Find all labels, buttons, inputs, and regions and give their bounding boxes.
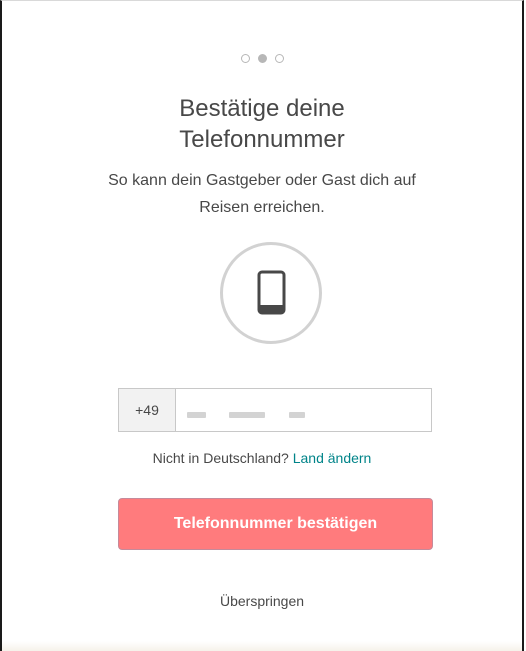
progress-dot-1: [240, 54, 250, 63]
masked-digits: [187, 412, 206, 418]
page-title-line-1: Bestätige deine: [179, 95, 345, 122]
confirm-phone-button-label: Telefonnummer bestätigen: [173, 515, 378, 532]
progress-dots: [2, 54, 522, 63]
progress-dot-3: [274, 54, 284, 63]
subtitle-line-1: So kann dein Gastgeber oder Gast dich au…: [108, 172, 416, 189]
progress-dot-2-active: [257, 54, 267, 63]
masked-digits: [229, 412, 265, 418]
country-prompt: Nicht in Deutschland?: [152, 450, 293, 466]
page-subtitle: So kann dein Gastgeber oder Gast dich au…: [62, 167, 462, 221]
country-code-prefix[interactable]: +49: [119, 389, 176, 431]
change-country-link[interactable]: Land ändern: [293, 450, 372, 466]
masked-digits: [289, 412, 305, 418]
mobile-phone-icon: [220, 242, 322, 344]
page-title: Bestätige deine Telefonnummer: [2, 93, 522, 155]
change-country-row: Nicht in Deutschland? Land ändern: [2, 450, 522, 466]
page-title-line-2: Telefonnummer: [179, 126, 345, 153]
dialog: Bestätige deine Telefonnummer So kann de…: [0, 0, 524, 651]
skip-link[interactable]: Überspringen: [2, 593, 522, 609]
phone-number-field: +49: [118, 388, 432, 432]
subtitle-line-2: Reisen erreichen.: [199, 199, 325, 216]
phone-number-input[interactable]: [176, 389, 431, 431]
confirm-phone-button[interactable]: Telefonnummer bestätigen: [118, 498, 433, 550]
bottom-fade: [2, 641, 522, 651]
